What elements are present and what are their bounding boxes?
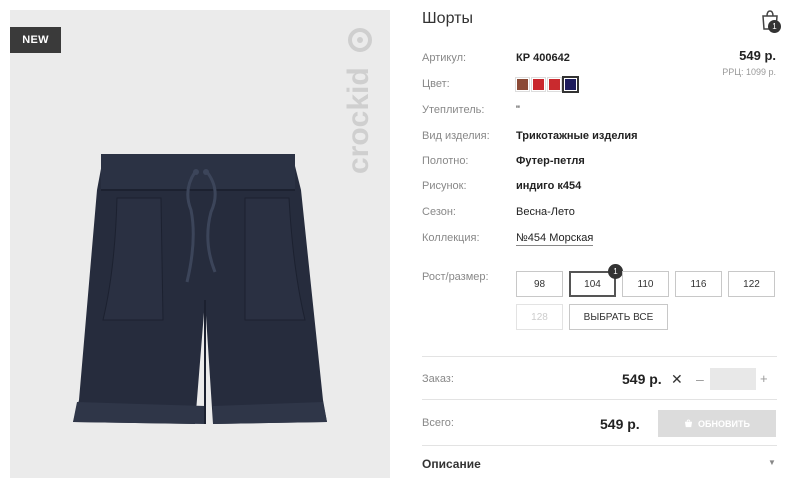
- total-price: 549 р.: [600, 416, 640, 432]
- size-option-122[interactable]: 122: [728, 271, 775, 297]
- cart-icon: [684, 419, 693, 428]
- product-title: Шорты: [422, 10, 473, 27]
- quantity-decrease-button[interactable]: –: [696, 371, 704, 387]
- attr-label-pattern: Рисунок:: [422, 180, 467, 192]
- size-option-98[interactable]: 98: [516, 271, 563, 297]
- size-option-110[interactable]: 110: [622, 271, 669, 297]
- attr-label-season: Сезон:: [422, 206, 456, 218]
- divider: [422, 356, 777, 357]
- order-label: Заказ:: [422, 373, 454, 385]
- color-swatches: [515, 76, 579, 93]
- attr-label-insulation: Утеплитель:: [422, 104, 485, 116]
- attr-value-type: Трикотажные изделия: [516, 130, 638, 142]
- select-all-sizes-button[interactable]: ВЫБРАТЬ ВСЕ: [569, 304, 668, 330]
- attr-value-season: Весна-Лето: [516, 206, 575, 218]
- cart-count-badge: 1: [768, 20, 781, 33]
- size-option-116[interactable]: 116: [675, 271, 722, 297]
- attr-value-pattern: индиго к454: [516, 180, 582, 192]
- size-label: Рост/размер:: [422, 271, 489, 283]
- attr-value-article: КР 400642: [516, 52, 570, 64]
- attr-label-color: Цвет:: [422, 78, 450, 90]
- divider: [422, 445, 777, 446]
- total-label: Всего:: [422, 417, 454, 429]
- color-swatch-red-2[interactable]: [547, 77, 562, 92]
- attr-value-insulation: ": [516, 104, 520, 116]
- chevron-down-icon[interactable]: ▼: [768, 458, 776, 467]
- product-price: 549 р.: [739, 48, 776, 63]
- new-badge: NEW: [10, 27, 61, 53]
- remove-order-button[interactable]: ✕: [671, 371, 683, 388]
- size-option-128: 128: [516, 304, 563, 330]
- attr-label-fabric: Полотно:: [422, 155, 469, 167]
- attr-label-collection: Коллекция:: [422, 232, 480, 244]
- attr-value-fabric: Футер-петля: [516, 155, 585, 167]
- attr-label-article: Артикул:: [422, 52, 467, 64]
- update-button[interactable]: ОБНОВИТЬ: [658, 410, 776, 437]
- description-toggle[interactable]: Описание: [422, 457, 481, 471]
- quantity-input[interactable]: [710, 368, 756, 390]
- recommended-price: РРЦ: 1099 р.: [722, 67, 776, 77]
- product-image[interactable]: NEW crockid: [10, 10, 390, 478]
- color-swatch-navy[interactable]: [562, 76, 579, 93]
- shorts-illustration: [73, 154, 327, 424]
- update-button-label: ОБНОВИТЬ: [698, 418, 750, 429]
- size-count-badge: 1: [608, 264, 623, 279]
- divider: [422, 399, 777, 400]
- color-swatch-red[interactable]: [531, 77, 546, 92]
- collection-link[interactable]: №454 Морская: [516, 232, 594, 246]
- quantity-increase-button[interactable]: +: [760, 371, 768, 386]
- brand-logo-text: crockid: [342, 67, 375, 174]
- order-price: 549 р.: [622, 371, 662, 387]
- attr-label-type: Вид изделия:: [422, 130, 490, 142]
- color-swatch-brown[interactable]: [515, 77, 530, 92]
- brand-logo: crockid: [342, 28, 375, 174]
